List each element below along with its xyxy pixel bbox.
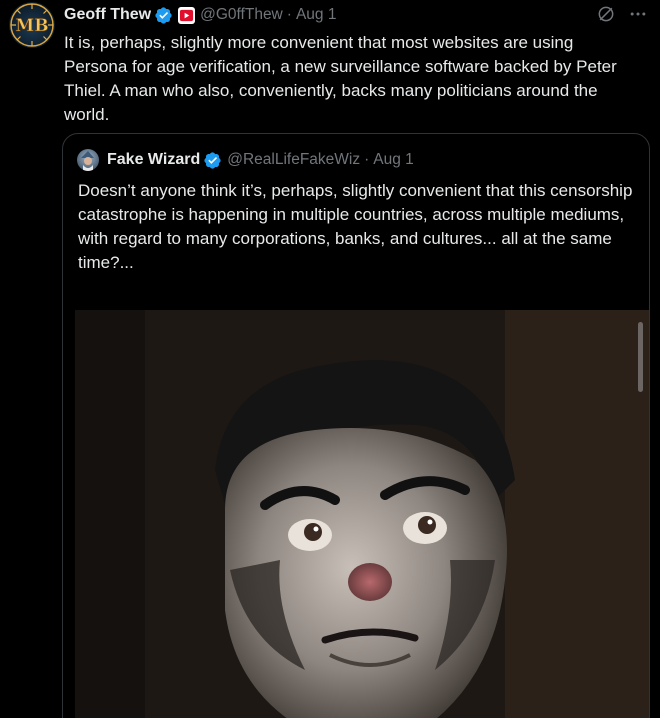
separator-dot: · — [286, 6, 292, 23]
media-image — [75, 310, 649, 718]
tweet[interactable]: MB Geoff Thew @G0ffThew · Aug 1 It is, p… — [0, 0, 660, 718]
quoted-tweet-text: Doesn’t anyone think it’s, perhaps, slig… — [78, 179, 638, 275]
quoted-text-line: catastrophe is happening in multiple cou… — [78, 205, 625, 272]
tweet-header: Geoff Thew @G0ffThew · Aug 1 — [64, 3, 336, 27]
svg-text:MB: MB — [15, 16, 48, 36]
quoted-author-name[interactable]: Fake Wizard — [107, 151, 200, 169]
quoted-text-line: Doesn’t anyone think it’s, perhaps, slig… — [78, 181, 633, 200]
quoted-tweet-date[interactable]: Aug 1 — [373, 151, 414, 169]
affiliate-badge-icon[interactable] — [178, 6, 196, 24]
mb-monogram-logo: MB — [10, 3, 54, 47]
tweet-actions-top — [596, 4, 648, 24]
quoted-tweet-media[interactable] — [75, 310, 649, 718]
media-scrollbar[interactable] — [638, 322, 643, 392]
author-avatar[interactable]: MB — [9, 2, 55, 48]
quoted-separator-dot: · — [364, 151, 370, 168]
quoted-author-handle[interactable]: @RealLifeFakeWiz — [227, 151, 360, 169]
tweet-date[interactable]: Aug 1 — [296, 6, 337, 24]
verified-badge-icon — [154, 6, 173, 25]
author-handle[interactable]: @G0ffThew — [200, 6, 283, 24]
tweet-text: It is, perhaps, slightly more convenient… — [64, 33, 617, 124]
quoted-verified-badge-icon — [203, 151, 222, 170]
quoted-tweet-header: Fake Wizard @RealLifeFakeWiz · Aug 1 — [77, 148, 414, 172]
quoted-author-avatar[interactable] — [77, 149, 99, 171]
quoted-tweet[interactable]: Fake Wizard @RealLifeFakeWiz · Aug 1 Doe… — [62, 133, 650, 718]
author-name[interactable]: Geoff Thew — [64, 6, 151, 24]
grok-icon[interactable] — [596, 4, 616, 24]
more-options-icon[interactable] — [628, 4, 648, 24]
